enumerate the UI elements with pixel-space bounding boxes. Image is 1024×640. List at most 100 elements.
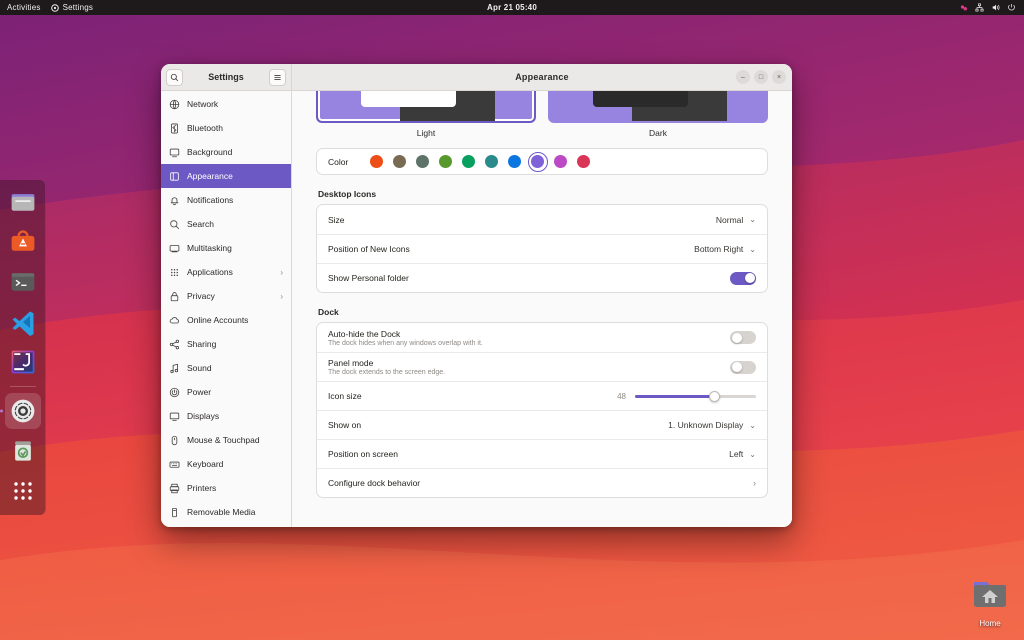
sidebar-item-background[interactable]: Background (161, 140, 291, 164)
accent-color-swatches[interactable] (370, 155, 590, 168)
section-card: Auto-hide the DockThe dock hides when an… (316, 322, 768, 498)
dock-item-intellij[interactable] (5, 344, 41, 380)
slider-handle[interactable] (709, 391, 720, 402)
sidebar-item-search[interactable]: Search (161, 212, 291, 236)
sound-note-icon (169, 363, 180, 374)
dock-item-show-apps[interactable] (5, 473, 41, 509)
row-toggle[interactable] (730, 272, 756, 285)
sidebar-item-label: Displays (187, 411, 219, 421)
sidebar-item-removable-media[interactable]: Removable Media (161, 500, 291, 524)
usb-drive-icon (169, 507, 180, 518)
mouse-icon (169, 435, 180, 446)
row-select[interactable]: 1. Unknown Display ⌄ (668, 420, 756, 430)
main-menu-button[interactable] (269, 69, 286, 86)
dock-item-vscode[interactable] (5, 304, 41, 340)
clock[interactable]: Apr 21 05:40 (0, 3, 1024, 12)
dock-item-settings[interactable] (5, 393, 41, 429)
sidebar-item-multitasking[interactable]: Multitasking (161, 236, 291, 260)
sidebar-item-power[interactable]: Power (161, 380, 291, 404)
accent-swatch-0[interactable] (370, 155, 383, 168)
theme-option-light[interactable]: Light (316, 91, 536, 138)
row-value: Bottom Right (694, 244, 743, 254)
search-icon (169, 219, 180, 230)
settings-row: Icon size48 (317, 381, 767, 410)
sidebar-item-printers[interactable]: Printers (161, 476, 291, 500)
row-value: 1. Unknown Display (668, 420, 743, 430)
accent-swatch-3[interactable] (439, 155, 452, 168)
row-select[interactable]: Normal⌄ (716, 215, 756, 225)
sidebar-item-sharing[interactable]: Sharing (161, 332, 291, 356)
sidebar-item-label: Mouse & Touchpad (187, 435, 260, 445)
sidebar-item-keyboard[interactable]: Keyboard (161, 452, 291, 476)
settings-sidebar[interactable]: NetworkBluetoothBackgroundAppearanceNoti… (161, 91, 292, 527)
window-controls: – □ × (736, 70, 786, 84)
sidebar-item-mouse-touchpad[interactable]: Mouse & Touchpad (161, 428, 291, 452)
sidebar-item-network[interactable]: Network (161, 92, 291, 116)
row-value: Normal (716, 215, 743, 225)
accent-swatch-1[interactable] (393, 155, 406, 168)
sidebar-item-applications[interactable]: Applications› (161, 260, 291, 284)
theme-option-dark[interactable]: Dark (548, 91, 768, 138)
sidebar-item-online-accounts[interactable]: Online Accounts (161, 308, 291, 332)
row-select[interactable]: Bottom Right⌄ (694, 244, 756, 254)
background-icon (169, 147, 180, 158)
sidebar-item-label: Search (187, 219, 214, 229)
accent-color-card: Color (316, 148, 768, 175)
dock-item-terminal[interactable] (5, 264, 41, 300)
power-icon (169, 387, 180, 398)
dock-item-trash[interactable] (5, 433, 41, 469)
settings-row[interactable]: Show on 1. Unknown Display ⌄ (317, 410, 767, 439)
sidebar-item-label: Privacy (187, 291, 215, 301)
minimize-button[interactable]: – (736, 70, 750, 84)
sidebar-item-displays[interactable]: Displays (161, 404, 291, 428)
row-label: Size (328, 215, 345, 225)
sidebar-item-label: Printers (187, 483, 216, 493)
row-sublabel: The dock hides when any windows overlap … (328, 340, 483, 347)
chevron-down-icon: ⌄ (749, 450, 756, 459)
close-button[interactable]: × (772, 70, 786, 84)
search-button[interactable] (166, 69, 183, 86)
appearance-icon (169, 171, 180, 182)
accent-swatch-2[interactable] (416, 155, 429, 168)
window-headerbar: Settings Appearance – □ × (161, 64, 792, 91)
dock-item-ubuntu-software[interactable] (5, 224, 41, 260)
chevron-down-icon: ⌄ (749, 421, 756, 430)
desktop-icon-home[interactable]: Home (963, 578, 1017, 628)
maximize-button[interactable]: □ (754, 70, 768, 84)
apps-grid-icon (169, 267, 180, 278)
sidebar-item-privacy[interactable]: Privacy› (161, 284, 291, 308)
bluetooth-icon (169, 123, 180, 134)
accent-swatch-5[interactable] (485, 155, 498, 168)
settings-row[interactable]: Position on screenLeft⌄ (317, 439, 767, 468)
appearance-panel: Light Dark Color (292, 91, 792, 527)
section-card: Size Normal⌄ Position of New IconsBottom R… (316, 204, 768, 293)
accent-swatch-9[interactable] (577, 155, 590, 168)
sidebar-item-appearance[interactable]: Appearance (161, 164, 291, 188)
window-title: Appearance (292, 72, 792, 82)
settings-row[interactable]: Position of New IconsBottom Right⌄ (317, 234, 767, 263)
mouse-icon (169, 435, 180, 446)
printer-icon (169, 483, 180, 494)
row-select[interactable]: Left ⌄ (729, 449, 756, 459)
settings-row[interactable]: Size Normal⌄ (317, 205, 767, 234)
sidebar-item-bluetooth[interactable]: Bluetooth (161, 116, 291, 140)
dock-item-files[interactable] (5, 184, 41, 220)
accent-swatch-4[interactable] (462, 155, 475, 168)
sidebar-headerbar: Settings (161, 64, 292, 91)
sidebar-item-notifications[interactable]: Notifications (161, 188, 291, 212)
accent-swatch-8[interactable] (554, 155, 567, 168)
sidebar-item-label: Online Accounts (187, 315, 248, 325)
icon-size-slider[interactable] (635, 391, 756, 402)
row-toggle[interactable] (730, 331, 756, 344)
keyboard-icon (169, 459, 180, 470)
settings-row[interactable]: Configure dock behavior› (317, 468, 767, 497)
row-value: Left (729, 449, 743, 459)
row-toggle[interactable] (730, 361, 756, 374)
sidebar-item-sound[interactable]: Sound (161, 356, 291, 380)
row-label: Show on (328, 420, 361, 430)
slider-value: 48 (617, 392, 626, 401)
theme-label-dark: Dark (548, 128, 768, 138)
accent-swatch-6[interactable] (508, 155, 521, 168)
network-icon (169, 99, 180, 110)
accent-swatch-7[interactable] (531, 155, 544, 168)
